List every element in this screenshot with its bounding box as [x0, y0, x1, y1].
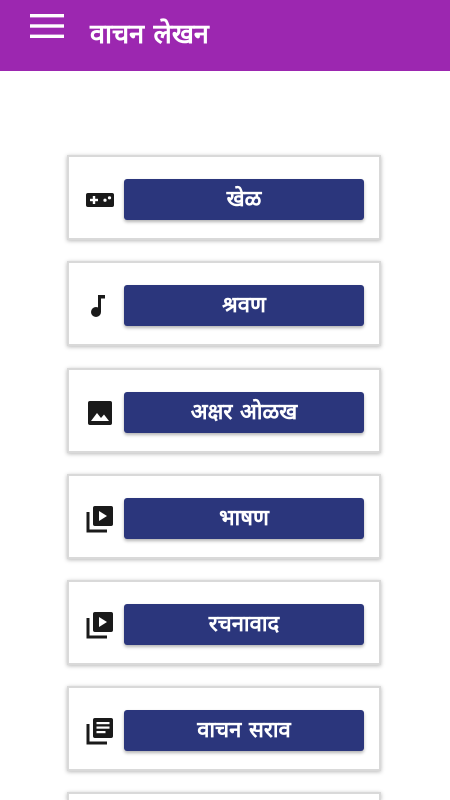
menu-card-shravan: श्रवण — [67, 261, 381, 346]
video-library-icon — [85, 504, 115, 534]
image-icon — [85, 398, 115, 428]
menu-card-rachanavad: रचनावाद — [67, 580, 381, 665]
shravan-button[interactable]: श्रवण — [124, 285, 364, 326]
menu-card-khel: खेळ — [67, 155, 381, 240]
menu-card-partial — [67, 792, 381, 800]
hamburger-menu-icon[interactable] — [28, 12, 66, 40]
menu-card-bhashan: भाषण — [67, 474, 381, 559]
menu-card-akshar-olakh: अक्षर ओळख — [67, 368, 381, 453]
music-note-icon — [85, 291, 115, 321]
gamepad-icon — [85, 185, 115, 215]
menu-card-vachan-sarav: वाचन सराव — [67, 686, 381, 771]
khel-button[interactable]: खेळ — [124, 179, 364, 220]
menu-list: खेळ श्रवण अक्षर ओळख भाषण रचनावाद वाचन सर… — [0, 71, 450, 800]
video-library-icon — [85, 610, 115, 640]
akshar-olakh-button[interactable]: अक्षर ओळख — [124, 392, 364, 433]
rachanavad-button[interactable]: रचनावाद — [124, 604, 364, 645]
app-title: वाचन लेखन — [90, 19, 209, 50]
vachan-sarav-button[interactable]: वाचन सराव — [124, 710, 364, 751]
library-books-icon — [85, 716, 115, 746]
bhashan-button[interactable]: भाषण — [124, 498, 364, 539]
app-bar: वाचन लेखन — [0, 0, 450, 71]
